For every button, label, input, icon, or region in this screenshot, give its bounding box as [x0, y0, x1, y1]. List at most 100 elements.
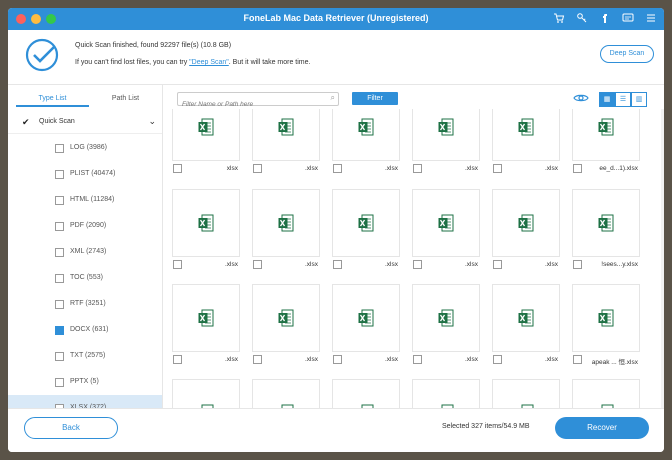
- preview-eye-icon[interactable]: [573, 93, 589, 106]
- sidebar-tabs: Type List Path List: [16, 91, 162, 107]
- check-mark-icon: ✔: [22, 117, 30, 127]
- file-name: .xlsx: [385, 165, 398, 172]
- file-thumbnail[interactable]: [492, 109, 560, 161]
- file-thumbnail[interactable]: [572, 109, 640, 161]
- key-icon[interactable]: [575, 12, 589, 26]
- file-thumbnail[interactable]: [412, 379, 480, 408]
- file-name: xlsx: [226, 165, 238, 172]
- search-icon[interactable]: ⌕: [331, 93, 335, 103]
- selection-summary: Selected 327 items/54.9 MB: [442, 423, 530, 430]
- thumbnail-view-icon[interactable]: ▦: [599, 92, 615, 107]
- grid-scrollbar[interactable]: [661, 109, 664, 408]
- file-grid: xlsx .xlsx .xlsx .xlsx .xlsx ee_d...1).xlsx .x…: [163, 109, 664, 408]
- chevron-down-icon[interactable]: ⌄: [148, 116, 156, 127]
- menu-icon[interactable]: [644, 12, 658, 26]
- facebook-icon[interactable]: [598, 12, 612, 26]
- tab-path-list[interactable]: Path List: [89, 91, 162, 107]
- excel-file-icon: [518, 118, 534, 136]
- file-name: .xlsx: [385, 356, 398, 363]
- excel-file-icon: [438, 214, 454, 232]
- category-item[interactable]: TXT (2575): [8, 343, 162, 369]
- file-thumbnail[interactable]: [172, 189, 240, 257]
- category-item[interactable]: RTF (3251): [8, 291, 162, 317]
- file-name: .xlsx: [545, 356, 558, 363]
- file-thumbnail[interactable]: [252, 109, 320, 161]
- app-window: FoneLab Mac Data Retriever (Unregistered…: [8, 8, 664, 452]
- file-name: .xlsx: [305, 261, 318, 268]
- file-thumbnail[interactable]: [572, 189, 640, 257]
- tab-type-list[interactable]: Type List: [16, 91, 89, 107]
- category-checkbox[interactable]: [55, 326, 64, 335]
- list-view-icon[interactable]: ☰: [615, 92, 631, 107]
- file-thumbnail[interactable]: [172, 109, 240, 161]
- category-label: PDF (2090): [70, 222, 107, 229]
- file-thumbnail[interactable]: [252, 284, 320, 352]
- back-button[interactable]: Back: [24, 417, 118, 439]
- category-checkbox[interactable]: [55, 274, 64, 283]
- category-checkbox[interactable]: [55, 144, 64, 153]
- cart-icon[interactable]: [552, 12, 566, 26]
- category-checkbox[interactable]: [55, 352, 64, 361]
- category-label: XML (2743): [70, 248, 107, 255]
- category-item[interactable]: TOC (553): [8, 265, 162, 291]
- category-label: RTF (3251): [70, 300, 106, 307]
- category-item[interactable]: DOCX (631): [8, 317, 162, 343]
- search-box: ⌕: [177, 92, 339, 110]
- filter-button[interactable]: Filter: [352, 92, 398, 105]
- file-thumbnail[interactable]: [332, 284, 400, 352]
- excel-file-icon: [278, 214, 294, 232]
- file-thumbnail[interactable]: [412, 284, 480, 352]
- excel-file-icon: [598, 118, 614, 136]
- file-thumbnail[interactable]: [332, 189, 400, 257]
- file-thumbnail[interactable]: [172, 379, 240, 408]
- scan-complete-icon: [24, 37, 60, 73]
- excel-file-icon: [358, 309, 374, 327]
- excel-file-icon: [598, 214, 614, 232]
- category-checkbox[interactable]: [55, 378, 64, 387]
- file-thumbnail[interactable]: [332, 379, 400, 408]
- file-name: .xlsx: [385, 261, 398, 268]
- title-icons: [552, 12, 658, 26]
- file-thumbnail[interactable]: [492, 379, 560, 408]
- file-name: .xlsx: [225, 261, 238, 268]
- category-checkbox[interactable]: [55, 300, 64, 309]
- file-thumbnail[interactable]: [252, 189, 320, 257]
- category-item[interactable]: PPTX (5): [8, 369, 162, 395]
- category-label: TXT (2575): [70, 352, 106, 359]
- file-name: .xlsx: [465, 165, 478, 172]
- scan-hint-suffix: . But it will take more time.: [228, 59, 311, 66]
- file-thumbnail[interactable]: [492, 284, 560, 352]
- category-item[interactable]: PDF (2090): [8, 213, 162, 239]
- recover-button[interactable]: Recover: [555, 417, 649, 439]
- file-name: ee_d...1).xlsx: [599, 165, 638, 172]
- file-thumbnail[interactable]: [412, 109, 480, 161]
- category-checkbox[interactable]: [55, 196, 64, 205]
- category-item[interactable]: PLIST (40474): [8, 161, 162, 187]
- deep-scan-button[interactable]: Deep Scan: [600, 45, 654, 63]
- excel-file-icon: [198, 214, 214, 232]
- excel-file-icon: [358, 118, 374, 136]
- quick-scan-row[interactable]: ✔ Quick Scan ⌄: [8, 111, 162, 134]
- category-label: HTML (11284): [70, 196, 115, 203]
- quick-scan-label: Quick Scan: [39, 118, 75, 125]
- category-checkbox[interactable]: [55, 222, 64, 231]
- scan-status-bar: Quick Scan finished, found 92297 file(s)…: [8, 30, 664, 85]
- deep-scan-link[interactable]: "Deep Scan": [189, 59, 229, 66]
- category-item[interactable]: LOG (3986): [8, 135, 162, 161]
- file-name: .xlsx: [465, 261, 478, 268]
- file-thumbnail[interactable]: [572, 379, 640, 408]
- category-checkbox[interactable]: [55, 248, 64, 257]
- category-checkbox[interactable]: [55, 170, 64, 179]
- excel-file-icon: [598, 309, 614, 327]
- detail-view-icon[interactable]: ▥: [631, 92, 647, 107]
- file-name: .xlsx: [225, 356, 238, 363]
- file-thumbnail[interactable]: [492, 189, 560, 257]
- file-thumbnail[interactable]: [252, 379, 320, 408]
- file-thumbnail[interactable]: [412, 189, 480, 257]
- category-item[interactable]: XML (2743): [8, 239, 162, 265]
- file-thumbnail[interactable]: [172, 284, 240, 352]
- category-item[interactable]: HTML (11284): [8, 187, 162, 213]
- file-thumbnail[interactable]: [332, 109, 400, 161]
- feedback-icon[interactable]: [621, 12, 635, 26]
- file-thumbnail[interactable]: [572, 284, 640, 352]
